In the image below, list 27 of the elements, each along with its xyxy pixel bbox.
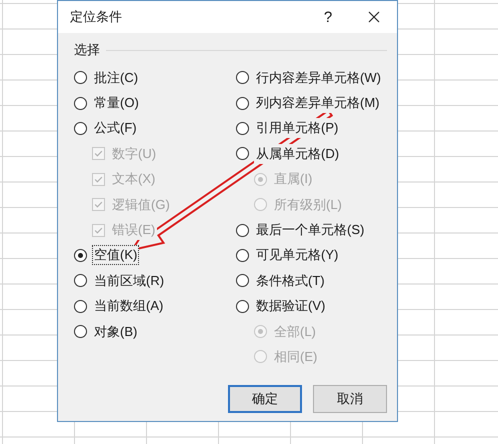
cancel-button[interactable]: 取消	[313, 385, 387, 413]
ok-button[interactable]: 确定	[228, 385, 302, 413]
radio-button[interactable]	[74, 71, 87, 84]
radio-button[interactable]	[74, 122, 87, 135]
radio-button[interactable]	[236, 274, 249, 288]
option-label: 错误(E)	[110, 220, 158, 240]
help-button[interactable]: ?	[305, 8, 351, 26]
radio-button[interactable]	[236, 71, 249, 84]
radio-button[interactable]	[236, 300, 249, 313]
option-label: 数字(U)	[110, 144, 158, 164]
window-title: 定位条件	[70, 8, 123, 26]
radio-button[interactable]	[236, 147, 249, 160]
radio-button[interactable]	[236, 248, 249, 262]
option-label: 引用单元格(P)	[254, 118, 340, 138]
radio-button[interactable]	[236, 96, 249, 110]
radio-button[interactable]	[236, 122, 249, 135]
option-label: 列内容差异单元格(M)	[254, 93, 382, 114]
group-label: 选择	[74, 41, 100, 59]
radio-button[interactable]	[74, 325, 87, 338]
close-icon[interactable]	[368, 11, 380, 23]
radio-button[interactable]	[74, 248, 87, 262]
option-label: 从属单元格(D)	[254, 144, 342, 164]
radio-button[interactable]	[74, 300, 87, 313]
radio-button[interactable]	[236, 224, 249, 237]
radio-button[interactable]	[74, 96, 87, 110]
option-label: 空值(K)	[92, 245, 140, 266]
radio-button[interactable]	[74, 274, 87, 288]
